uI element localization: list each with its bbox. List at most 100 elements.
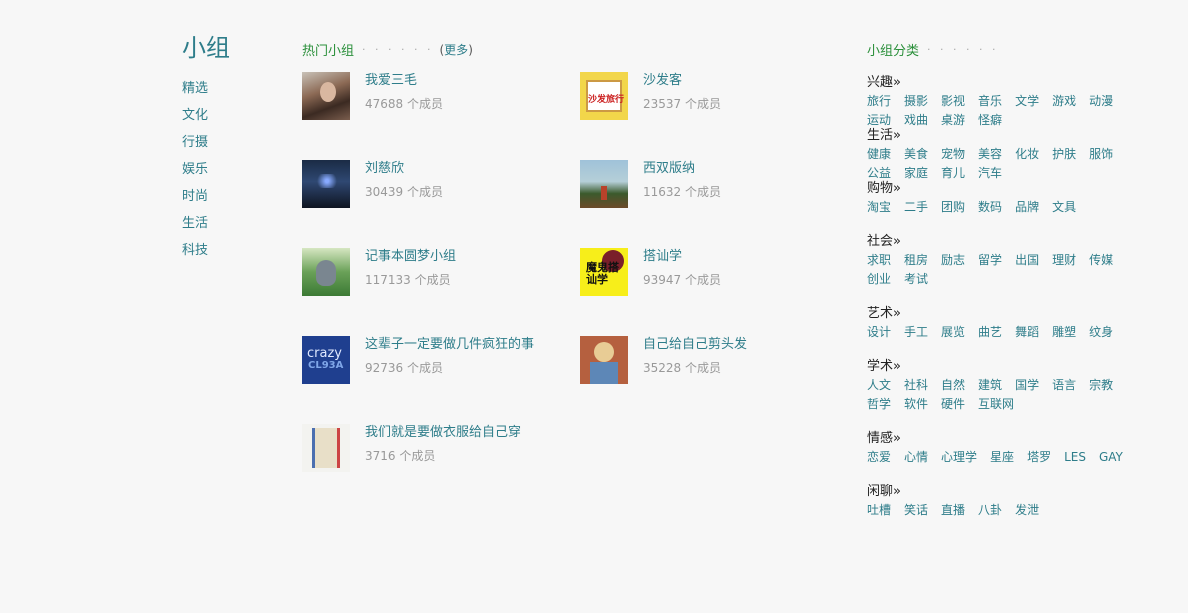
category-tag-link[interactable]: LES (1064, 448, 1086, 467)
totoro-body-shape (316, 260, 336, 286)
category-title-link[interactable]: 购物» (867, 180, 1137, 198)
category-tag-link[interactable]: 动漫 (1089, 92, 1113, 111)
category-tag-link[interactable]: 发泄 (1015, 501, 1039, 520)
category-title-link[interactable]: 学术» (867, 358, 1137, 376)
category-tag-link[interactable]: 二手 (904, 198, 928, 217)
category-tag-link[interactable]: 文学 (1015, 92, 1039, 111)
category-tag-link[interactable]: 纹身 (1089, 323, 1113, 342)
category-tag-link[interactable]: 心情 (904, 448, 928, 467)
group-thumb-night-sky-icon[interactable] (302, 160, 350, 208)
group-thumb-totoro-icon[interactable] (302, 248, 350, 296)
category-title-link[interactable]: 社会» (867, 233, 1137, 251)
category-tag-link[interactable]: 考试 (904, 270, 928, 289)
group-thumb-book-cover-icon[interactable]: 魔鬼搭讪学 (580, 248, 628, 296)
category-tag-link[interactable]: 宠物 (941, 145, 965, 164)
category-tag-link[interactable]: 团购 (941, 198, 965, 217)
group-name-link[interactable]: 西双版纳 (643, 160, 721, 178)
category-tag-link[interactable]: 影视 (941, 92, 965, 111)
category-tag-link[interactable]: 租房 (904, 251, 928, 270)
category-tag-link[interactable]: 舞蹈 (1015, 323, 1039, 342)
group-thumb-portrait-icon[interactable] (302, 72, 350, 120)
head-shape (594, 342, 614, 362)
group-name-link[interactable]: 我们就是要做衣服给自己穿 (365, 424, 521, 442)
group-name-link[interactable]: 搭讪学 (643, 248, 721, 266)
category-tag-link[interactable]: 雕塑 (1052, 323, 1076, 342)
category-tag-link[interactable]: 数码 (978, 198, 1002, 217)
category-tag-link[interactable]: 传媒 (1089, 251, 1113, 270)
category-tag-link[interactable]: 人文 (867, 376, 891, 395)
category-tag-link[interactable]: 星座 (990, 448, 1014, 467)
category-tag-link[interactable]: 八卦 (978, 501, 1002, 520)
nav-item-xingshe[interactable]: 行摄 (182, 129, 282, 156)
category-tag-link[interactable]: 励志 (941, 251, 965, 270)
nav-item-shishang[interactable]: 时尚 (182, 183, 282, 210)
category-tag-link[interactable]: 心理学 (941, 448, 977, 467)
group-name-link[interactable]: 这辈子一定要做几件疯狂的事 (365, 336, 534, 354)
category-tag-link[interactable]: 恋爱 (867, 448, 891, 467)
category-tag-link[interactable]: 淘宝 (867, 198, 891, 217)
nav-item-jingxuan[interactable]: 精选 (182, 75, 282, 102)
category-tag-link[interactable]: 健康 (867, 145, 891, 164)
group-card: 我爱三毛 47688 个成员 (302, 72, 572, 132)
category-title-link[interactable]: 情感» (867, 430, 1137, 448)
category-tag-link[interactable]: 美容 (978, 145, 1002, 164)
category-tag-link[interactable]: 理财 (1052, 251, 1076, 270)
category-tag-link[interactable]: 化妆 (1015, 145, 1039, 164)
category-tag-link[interactable]: 直播 (941, 501, 965, 520)
category-tag-link[interactable]: 曲艺 (978, 323, 1002, 342)
category-tag-link[interactable]: 摄影 (904, 92, 928, 111)
category-tag-link[interactable]: 塔罗 (1027, 448, 1051, 467)
group-name-link[interactable]: 自己给自己剪头发 (643, 336, 747, 354)
group-thumb-haircut-icon[interactable] (580, 336, 628, 384)
category-tag-link[interactable]: 宗教 (1089, 376, 1113, 395)
category-tag-link[interactable]: 服饰 (1089, 145, 1113, 164)
category-title-link[interactable]: 闲聊» (867, 483, 1137, 501)
nav-item-keji[interactable]: 科技 (182, 237, 282, 264)
category-tag-link[interactable]: 展览 (941, 323, 965, 342)
category-tag-link[interactable]: 社科 (904, 376, 928, 395)
group-thumb-clothes-icon[interactable] (302, 424, 350, 472)
nav-item-shenghuo[interactable]: 生活 (182, 210, 282, 237)
group-member-count: 3716 个成员 (365, 449, 436, 463)
group-name-link[interactable]: 沙发客 (643, 72, 721, 90)
category-tag-link[interactable]: 游戏 (1052, 92, 1076, 111)
group-thumb-sofa-icon[interactable]: 沙发旅行 (580, 72, 628, 120)
category-tag-link[interactable]: 护肤 (1052, 145, 1076, 164)
category-tag-link[interactable]: 美食 (904, 145, 928, 164)
category-tag-link[interactable]: 互联网 (978, 395, 1014, 414)
category-tag-link[interactable]: 求职 (867, 251, 891, 270)
category-tag-link[interactable]: 软件 (904, 395, 928, 414)
category-tag-link[interactable]: 创业 (867, 270, 891, 289)
category-tag-link[interactable]: 哲学 (867, 395, 891, 414)
group-thumb-landscape-icon[interactable] (580, 160, 628, 208)
group-thumb-crazy-life-icon[interactable]: crazy CL93A (302, 336, 350, 384)
category-tag-link[interactable]: 语言 (1052, 376, 1076, 395)
category-tag-link[interactable]: 出国 (1015, 251, 1039, 270)
group-name-link[interactable]: 刘慈欣 (365, 160, 443, 178)
group-info: 这辈子一定要做几件疯狂的事 92736 个成员 (365, 336, 534, 396)
category-title-link[interactable]: 艺术» (867, 305, 1137, 323)
star-glow-shape (312, 174, 342, 188)
category-tag-link[interactable]: 国学 (1015, 376, 1039, 395)
category-tag-link[interactable]: 品牌 (1015, 198, 1039, 217)
category-tag-link[interactable]: 音乐 (978, 92, 1002, 111)
group-name-link[interactable]: 我爱三毛 (365, 72, 443, 90)
group-name-link[interactable]: 记事本圆梦小组 (365, 248, 456, 266)
nav-item-wenhua[interactable]: 文化 (182, 102, 282, 129)
category-tag-link[interactable]: GAY (1099, 448, 1123, 467)
category-tag-link[interactable]: 笑话 (904, 501, 928, 520)
category-title-link[interactable]: 生活» (867, 127, 1137, 145)
more-link[interactable]: 更多 (444, 43, 468, 57)
category-tag-link[interactable]: 硬件 (941, 395, 965, 414)
category-tags: 淘宝 二手 团购 数码 品牌 文具 (867, 198, 1137, 217)
category-tag-link[interactable]: 吐槽 (867, 501, 891, 520)
category-tag-link[interactable]: 设计 (867, 323, 891, 342)
nav-item-yule[interactable]: 娱乐 (182, 156, 282, 183)
category-tag-link[interactable]: 留学 (978, 251, 1002, 270)
category-tag-link[interactable]: 文具 (1052, 198, 1076, 217)
category-tag-link[interactable]: 旅行 (867, 92, 891, 111)
category-tag-link[interactable]: 建筑 (978, 376, 1002, 395)
category-tag-link[interactable]: 自然 (941, 376, 965, 395)
category-tag-link[interactable]: 手工 (904, 323, 928, 342)
category-title-link[interactable]: 兴趣» (867, 74, 1137, 92)
